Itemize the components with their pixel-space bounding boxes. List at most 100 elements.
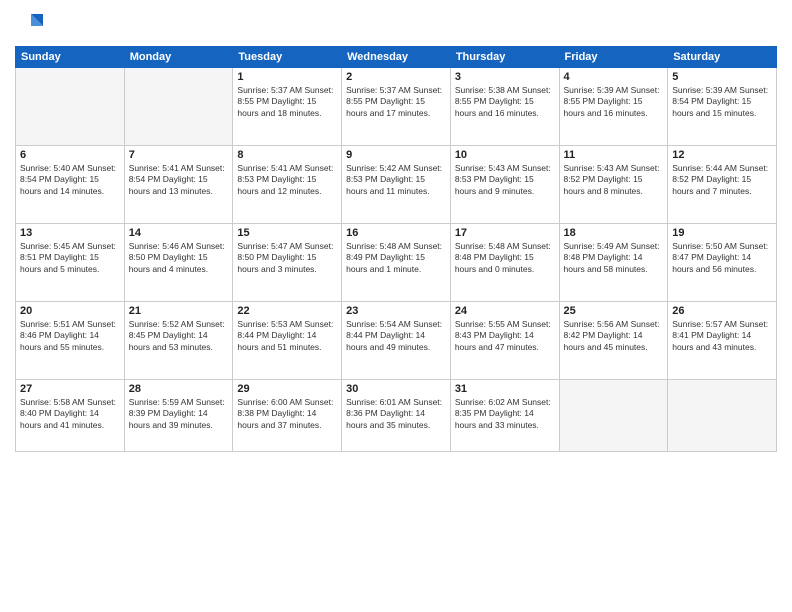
weekday-header: Saturday [668,47,777,68]
day-number: 25 [564,305,664,317]
calendar-cell [559,380,668,452]
day-detail: Sunrise: 5:39 AM Sunset: 8:55 PM Dayligh… [564,85,664,119]
day-number: 1 [237,71,337,83]
calendar-cell: 27 Sunrise: 5:58 AM Sunset: 8:40 PM Dayli… [16,380,125,452]
day-number: 3 [455,71,555,83]
day-number: 6 [20,149,120,161]
weekday-header: Tuesday [233,47,342,68]
day-detail: Sunrise: 5:41 AM Sunset: 8:53 PM Dayligh… [237,163,337,197]
calendar-cell: 22 Sunrise: 5:53 AM Sunset: 8:44 PM Dayli… [233,302,342,380]
day-number: 10 [455,149,555,161]
calendar-cell: 14Sunrise: 5:46 AM Sunset: 8:50 PM Dayli… [124,224,233,302]
calendar-cell: 11 Sunrise: 5:43 AM Sunset: 8:52 PM Dayli… [559,146,668,224]
calendar-cell: 1Sunrise: 5:37 AM Sunset: 8:55 PM Daylig… [233,68,342,146]
day-detail: Sunrise: 5:48 AM Sunset: 8:49 PM Dayligh… [346,241,446,275]
day-number: 7 [129,149,229,161]
day-number: 18 [564,227,664,239]
day-number: 13 [20,227,120,239]
day-detail: Sunrise: 5:55 AM Sunset: 8:43 PM Dayligh… [455,319,555,353]
calendar-cell: 8 Sunrise: 5:41 AM Sunset: 8:53 PM Daylig… [233,146,342,224]
day-number: 2 [346,71,446,83]
calendar-cell: 2Sunrise: 5:37 AM Sunset: 8:55 PM Daylig… [342,68,451,146]
weekday-header: Friday [559,47,668,68]
day-detail: Sunrise: 5:57 AM Sunset: 8:41 PM Dayligh… [672,319,772,353]
day-detail: Sunrise: 5:38 AM Sunset: 8:55 PM Dayligh… [455,85,555,119]
calendar-cell: 7 Sunrise: 5:41 AM Sunset: 8:54 PM Daylig… [124,146,233,224]
calendar-cell: 6 Sunrise: 5:40 AM Sunset: 8:54 PM Daylig… [16,146,125,224]
calendar-cell: 31 Sunrise: 6:02 AM Sunset: 8:35 PM Dayli… [450,380,559,452]
page: SundayMondayTuesdayWednesdayThursdayFrid… [0,0,792,612]
day-number: 4 [564,71,664,83]
day-number: 9 [346,149,446,161]
calendar-cell: 28Sunrise: 5:59 AM Sunset: 8:39 PM Dayli… [124,380,233,452]
calendar-cell: 13 Sunrise: 5:45 AM Sunset: 8:51 PM Dayli… [16,224,125,302]
day-detail: Sunrise: 5:43 AM Sunset: 8:52 PM Dayligh… [564,163,664,197]
day-number: 24 [455,305,555,317]
day-number: 30 [346,383,446,395]
day-number: 8 [237,149,337,161]
day-detail: Sunrise: 5:39 AM Sunset: 8:54 PM Dayligh… [672,85,772,119]
header [15,10,777,38]
day-detail: Sunrise: 5:40 AM Sunset: 8:54 PM Dayligh… [20,163,120,197]
day-detail: Sunrise: 5:51 AM Sunset: 8:46 PM Dayligh… [20,319,120,353]
day-detail: Sunrise: 5:41 AM Sunset: 8:54 PM Dayligh… [129,163,229,197]
day-number: 12 [672,149,772,161]
day-number: 23 [346,305,446,317]
day-detail: Sunrise: 5:42 AM Sunset: 8:53 PM Dayligh… [346,163,446,197]
day-detail: Sunrise: 5:43 AM Sunset: 8:53 PM Dayligh… [455,163,555,197]
day-detail: Sunrise: 5:59 AM Sunset: 8:39 PM Dayligh… [129,397,229,431]
day-number: 26 [672,305,772,317]
calendar-cell: 20Sunrise: 5:51 AM Sunset: 8:46 PM Dayli… [16,302,125,380]
calendar-cell: 21 Sunrise: 5:52 AM Sunset: 8:45 PM Dayli… [124,302,233,380]
calendar-cell: 24 Sunrise: 5:55 AM Sunset: 8:43 PM Dayli… [450,302,559,380]
day-detail: Sunrise: 5:45 AM Sunset: 8:51 PM Dayligh… [20,241,120,275]
day-detail: Sunrise: 5:47 AM Sunset: 8:50 PM Dayligh… [237,241,337,275]
calendar: SundayMondayTuesdayWednesdayThursdayFrid… [15,46,777,452]
day-number: 17 [455,227,555,239]
calendar-week-row: 20Sunrise: 5:51 AM Sunset: 8:46 PM Dayli… [16,302,777,380]
calendar-cell: 23Sunrise: 5:54 AM Sunset: 8:44 PM Dayli… [342,302,451,380]
calendar-week-row: 1Sunrise: 5:37 AM Sunset: 8:55 PM Daylig… [16,68,777,146]
day-number: 19 [672,227,772,239]
calendar-cell: 4 Sunrise: 5:39 AM Sunset: 8:55 PM Daylig… [559,68,668,146]
calendar-cell: 9 Sunrise: 5:42 AM Sunset: 8:53 PM Daylig… [342,146,451,224]
day-number: 29 [237,383,337,395]
day-number: 22 [237,305,337,317]
weekday-header: Monday [124,47,233,68]
calendar-cell: 5Sunrise: 5:39 AM Sunset: 8:54 PM Daylig… [668,68,777,146]
day-detail: Sunrise: 5:46 AM Sunset: 8:50 PM Dayligh… [129,241,229,275]
day-detail: Sunrise: 6:02 AM Sunset: 8:35 PM Dayligh… [455,397,555,431]
day-detail: Sunrise: 5:58 AM Sunset: 8:40 PM Dayligh… [20,397,120,431]
calendar-cell: 17 Sunrise: 5:48 AM Sunset: 8:48 PM Dayli… [450,224,559,302]
day-number: 21 [129,305,229,317]
day-number: 16 [346,227,446,239]
calendar-cell: 12Sunrise: 5:44 AM Sunset: 8:52 PM Dayli… [668,146,777,224]
calendar-cell: 25 Sunrise: 5:56 AM Sunset: 8:42 PM Dayli… [559,302,668,380]
calendar-week-row: 13 Sunrise: 5:45 AM Sunset: 8:51 PM Dayli… [16,224,777,302]
header-row: SundayMondayTuesdayWednesdayThursdayFrid… [16,47,777,68]
day-detail: Sunrise: 5:49 AM Sunset: 8:48 PM Dayligh… [564,241,664,275]
day-number: 11 [564,149,664,161]
day-detail: Sunrise: 6:01 AM Sunset: 8:36 PM Dayligh… [346,397,446,431]
calendar-cell [16,68,125,146]
day-detail: Sunrise: 5:56 AM Sunset: 8:42 PM Dayligh… [564,319,664,353]
day-detail: Sunrise: 5:48 AM Sunset: 8:48 PM Dayligh… [455,241,555,275]
calendar-cell: 18 Sunrise: 5:49 AM Sunset: 8:48 PM Dayli… [559,224,668,302]
day-detail: Sunrise: 5:53 AM Sunset: 8:44 PM Dayligh… [237,319,337,353]
day-number: 31 [455,383,555,395]
calendar-cell: 3 Sunrise: 5:38 AM Sunset: 8:55 PM Daylig… [450,68,559,146]
calendar-cell: 15 Sunrise: 5:47 AM Sunset: 8:50 PM Dayli… [233,224,342,302]
day-detail: Sunrise: 5:50 AM Sunset: 8:47 PM Dayligh… [672,241,772,275]
day-number: 15 [237,227,337,239]
calendar-week-row: 6 Sunrise: 5:40 AM Sunset: 8:54 PM Daylig… [16,146,777,224]
calendar-week-row: 27 Sunrise: 5:58 AM Sunset: 8:40 PM Dayli… [16,380,777,452]
calendar-cell [668,380,777,452]
weekday-header: Sunday [16,47,125,68]
calendar-cell: 26 Sunrise: 5:57 AM Sunset: 8:41 PM Dayli… [668,302,777,380]
calendar-cell: 10 Sunrise: 5:43 AM Sunset: 8:53 PM Dayli… [450,146,559,224]
calendar-cell: 30 Sunrise: 6:01 AM Sunset: 8:36 PM Dayli… [342,380,451,452]
day-detail: Sunrise: 6:00 AM Sunset: 8:38 PM Dayligh… [237,397,337,431]
day-number: 27 [20,383,120,395]
weekday-header: Thursday [450,47,559,68]
day-detail: Sunrise: 5:52 AM Sunset: 8:45 PM Dayligh… [129,319,229,353]
